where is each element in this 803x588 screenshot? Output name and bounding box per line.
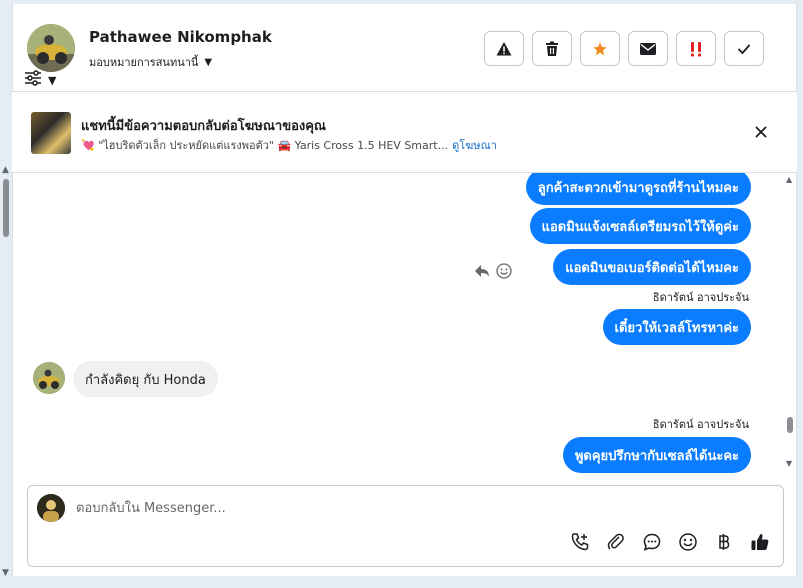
scroll-down-arrow-icon[interactable]: ▼ <box>786 459 792 468</box>
scroll-up-arrow-icon[interactable]: ▲ <box>2 165 9 175</box>
reply-input[interactable] <box>76 498 676 518</box>
message-composer <box>27 485 784 567</box>
conversation-header: ▼ Pathawee Nikomphak มอบหมายการสนทนานี้ … <box>12 4 797 92</box>
contact-name[interactable]: Pathawee Nikomphak <box>89 28 272 46</box>
emoji-icon[interactable] <box>678 532 698 552</box>
filter-caret-icon[interactable]: ▼ <box>48 74 56 87</box>
reply-icon[interactable] <box>474 264 490 278</box>
spam-button[interactable] <box>484 31 524 66</box>
composer-tools <box>570 532 770 552</box>
warning-icon <box>496 41 512 55</box>
message-thread[interactable]: ลูกค้าสะดวกเข้ามาดูรถที่ร้านไหมคะ แอดมิน… <box>12 173 783 478</box>
left-scrollbar[interactable]: ▲ ▼ <box>0 165 12 578</box>
close-icon[interactable] <box>752 123 770 141</box>
ad-reply-banner: แชทนี้มีข้อความตอบกลับต่อโฆษณาของคุณ 💘 "… <box>12 92 797 173</box>
outgoing-message[interactable]: แอดมินขอเบอร์ติดต่อได้ไหมคะ <box>553 249 751 285</box>
call-request-icon[interactable] <box>570 532 590 552</box>
ad-thumbnail[interactable] <box>31 112 71 154</box>
assign-label: มอบหมายการสนทนานี้ <box>89 56 199 69</box>
scroll-up-arrow-icon[interactable]: ▲ <box>786 175 792 184</box>
trash-icon <box>546 41 558 56</box>
incoming-message[interactable]: กำลังคิดยุ กับ Honda <box>73 361 218 397</box>
attachment-icon[interactable] <box>606 532 626 552</box>
ad-banner-title: แชทนี้มีข้อความตอบกลับต่อโฆษณาของคุณ <box>81 119 326 134</box>
saved-replies-icon[interactable] <box>642 532 662 552</box>
mark-done-button[interactable] <box>724 31 764 66</box>
outgoing-message[interactable]: แอดมินแจ้งเซลล์เตรียมรถไว้ให้ดูค่ะ <box>529 208 751 244</box>
thread-scrollbar[interactable]: ▲ ▼ <box>783 173 797 478</box>
message-hover-actions <box>474 263 512 279</box>
scroll-thumb[interactable] <box>787 417 793 433</box>
emoji-react-icon[interactable] <box>496 263 512 279</box>
outgoing-message[interactable]: พูดคุยปรึกษากับเซลล์ได้นะคะ <box>562 437 751 473</box>
star-button[interactable] <box>580 31 620 66</box>
view-ad-link[interactable]: ดูโฆษณา <box>452 139 497 152</box>
sender-name: ธิดารัตน์ อาจประจัน <box>652 291 749 304</box>
star-icon <box>593 41 607 55</box>
outgoing-message[interactable]: ลูกค้าสะดวกเข้ามาดูรถที่ร้านไหมคะ <box>525 173 751 205</box>
outgoing-message[interactable]: เดี๋ยวให้เวลล์โทรหาค่ะ <box>602 309 751 345</box>
contact-avatar[interactable] <box>27 24 75 72</box>
delete-button[interactable] <box>532 31 572 66</box>
thumbs-up-icon[interactable] <box>750 532 770 552</box>
envelope-icon <box>640 42 656 55</box>
header-actions <box>484 31 764 66</box>
assign-conversation-dropdown[interactable]: มอบหมายการสนทนานี้ ▼ <box>89 53 212 71</box>
chevron-down-icon: ▼ <box>204 56 213 68</box>
scroll-down-arrow-icon[interactable]: ▼ <box>2 568 9 578</box>
messenger-inbox: ▲ ▼ ▼ Pathawee Nikomphak มอบหมายการสนทนา… <box>0 0 803 588</box>
checkmark-icon <box>737 43 751 54</box>
ad-banner-subtitle: 💘 "ไฮบริดตัวเล็ก ประหยัดแต่แรงพอตัว" 🚘 Y… <box>81 136 497 154</box>
sidebar-collapse-tab[interactable] <box>0 66 8 92</box>
contact-avatar-small[interactable] <box>33 362 65 394</box>
filter-sliders-icon[interactable] <box>24 70 42 86</box>
follow-up-button[interactable] <box>676 31 716 66</box>
scroll-thumb[interactable] <box>3 179 9 237</box>
mark-unread-button[interactable] <box>628 31 668 66</box>
ad-description: 💘 "ไฮบริดตัวเล็ก ประหยัดแต่แรงพอตัว" 🚘 Y… <box>81 139 449 152</box>
page-avatar <box>37 494 65 522</box>
exclamation-icon <box>691 41 701 56</box>
baht-payment-icon[interactable] <box>714 532 734 552</box>
sender-name: ธิดารัตน์ อาจประจัน <box>652 418 749 431</box>
